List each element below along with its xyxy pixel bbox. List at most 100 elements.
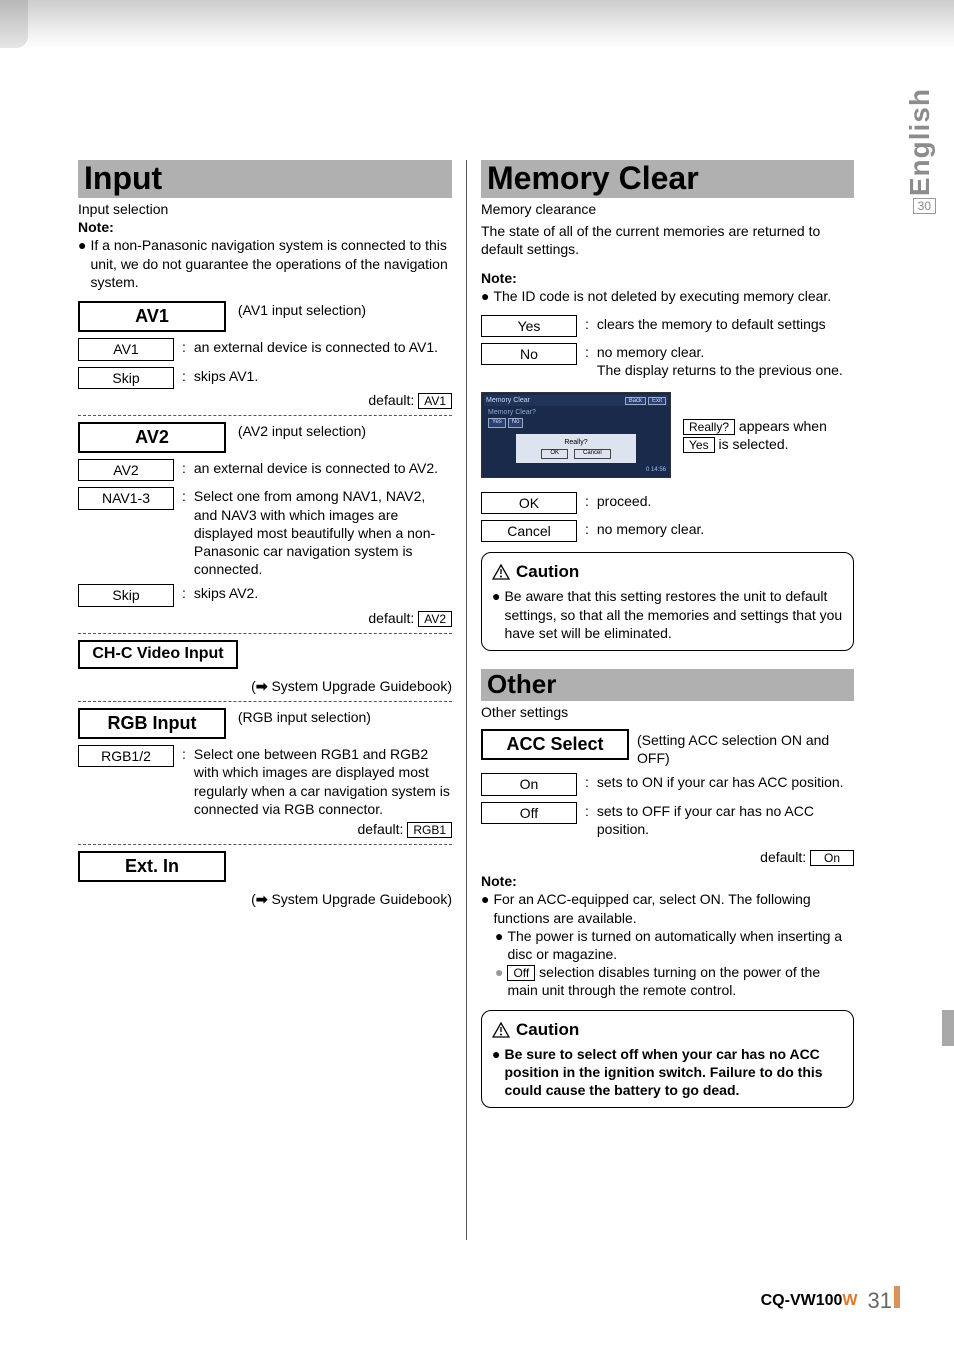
colon: : [585, 773, 589, 791]
acc-off: Off [481, 802, 577, 824]
rgb-default-value: RGB1 [407, 822, 452, 838]
ext-ref-text: System Upgrade Guidebook) [271, 891, 452, 907]
memory-no-desc1: no memory clear. [597, 344, 704, 360]
input-subtitle: Input selection [78, 200, 452, 218]
side-text1: appears when [735, 418, 827, 434]
side-page-box: 30 [913, 198, 936, 214]
memory-yes-row: Yes : clears the memory to default setti… [481, 315, 854, 337]
colon: : [585, 315, 589, 333]
memory-yes-desc: clears the memory to default settings [597, 315, 854, 333]
page-number: 31 [868, 1288, 892, 1314]
other-caution-text: Be sure to select off when your car has … [504, 1045, 843, 1100]
av1-default-value: AV1 [418, 393, 452, 409]
memory-side-text: Really? appears when Yes is selected. [683, 417, 854, 453]
av1-value: AV1 [78, 338, 174, 360]
input-note-label: Note: [78, 218, 452, 236]
colon: : [182, 487, 186, 505]
ext-block: Ext. In (➡ System Upgrade Guidebook) [78, 851, 452, 909]
shot-really: Really? [520, 438, 632, 447]
input-note-text: If a non-Panasonic navigation system is … [90, 236, 452, 291]
language-tab: English [904, 88, 936, 196]
colon: : [585, 520, 589, 538]
rgb-paren: (RGB input selection) [238, 708, 371, 726]
memory-no: No [481, 343, 577, 365]
memory-caution-row: ● Be aware that this setting restores th… [492, 587, 843, 642]
rgb-opt: RGB1/2 : Select one between RGB1 and RGB… [78, 745, 452, 818]
chc-block: CH-C Video Input (➡ System Upgrade Guide… [78, 640, 452, 695]
input-note-row: ● If a non-Panasonic navigation system i… [78, 236, 452, 291]
av1-opt-av1: AV1 : an external device is connected to… [78, 338, 452, 360]
rgb-desc: Select one between RGB1 and RGB2 with wh… [194, 745, 452, 818]
caution-title: Caution [516, 561, 579, 583]
other-title: Other [487, 671, 848, 697]
memory-ok-row: OK : proceed. [481, 492, 854, 514]
memory-clear-screenshot: Memory Clear Back Exit Memory Clear? Yes… [481, 392, 671, 478]
av1-header: AV1 [78, 301, 226, 332]
colon: : [182, 338, 186, 356]
acc-default-row: default: On [481, 848, 854, 866]
memory-caution-text: Be aware that this setting restores the … [504, 587, 843, 642]
chc-header: CH-C Video Input [78, 640, 238, 669]
av1-paren: (AV1 input selection) [238, 301, 366, 319]
page-footer: CQ-VW100W 31 [761, 1288, 892, 1314]
shot-yes: Yes [488, 418, 506, 428]
side-text2: is selected. [715, 436, 789, 452]
other-note1b-text: Off selection disables turning on the po… [507, 963, 854, 999]
ext-header: Ext. In [78, 851, 226, 882]
memory-caution-box: Caution ● Be aware that this setting res… [481, 552, 854, 651]
note1b-rest: selection disables turning on the power … [507, 964, 820, 998]
other-note1b: ● Off selection disables turning on the … [495, 963, 854, 999]
other-section-header: Other [481, 669, 854, 701]
shot-ok: OK [541, 449, 568, 459]
memory-subtitle: Memory clearance [481, 200, 854, 218]
right-column: Memory Clear Memory clearance The state … [466, 160, 854, 1240]
av2-skip: Skip [78, 584, 174, 606]
memory-note-text: The ID code is not deleted by executing … [493, 287, 831, 305]
av2-block: AV2 (AV2 input selection) AV2 : an exter… [78, 422, 452, 627]
note1b-box: Off [507, 965, 535, 981]
other-subtitle: Other settings [481, 703, 854, 721]
colon: : [182, 745, 186, 763]
arrow-icon: ➡ [256, 891, 268, 907]
av2-header: AV2 [78, 422, 226, 453]
shot-dialog: Really? OK Cancel [516, 434, 636, 463]
av1-skip: Skip [78, 367, 174, 389]
caution-head: Caution [492, 561, 843, 583]
memory-ok: OK [481, 492, 577, 514]
shot-title: Memory Clear [486, 396, 530, 405]
av2-nav-desc: Select one from among NAV1, NAV2, and NA… [194, 487, 452, 578]
acc-on-row: On : sets to ON if your car has ACC posi… [481, 773, 854, 795]
colon: : [182, 584, 186, 602]
page-body: Input Input selection Note: ● If a non-P… [78, 160, 878, 1240]
input-section-header: Input [78, 160, 452, 198]
acc-off-desc: sets to OFF if your car has no ACC posit… [597, 802, 854, 838]
default-label: default: [760, 849, 806, 865]
other-caution-row: ● Be sure to select off when your car ha… [492, 1045, 843, 1100]
arrow-icon: ➡ [256, 678, 268, 694]
memory-yes: Yes [481, 315, 577, 337]
acc-header: ACC Select [481, 729, 629, 760]
divider [78, 701, 452, 702]
left-column: Input Input selection Note: ● If a non-P… [78, 160, 466, 1240]
memory-cancel-row: Cancel : no memory clear. [481, 520, 854, 542]
side-really-box: Really? [683, 419, 735, 435]
colon: : [585, 343, 589, 361]
acc-default-value: On [810, 850, 854, 866]
av1-opt-skip: Skip : skips AV1. [78, 367, 452, 389]
av2-value: AV2 [78, 459, 174, 481]
colon: : [585, 802, 589, 820]
rgb-value: RGB1/2 [78, 745, 174, 767]
memory-section-header: Memory Clear [481, 160, 854, 198]
av2-skip-desc: skips AV2. [194, 584, 452, 602]
memory-note-row: ● The ID code is not deleted by executin… [481, 287, 854, 305]
bullet-icon: ● [78, 236, 86, 291]
memory-cancel: Cancel [481, 520, 577, 542]
av1-block: AV1 (AV1 input selection) AV1 : an exter… [78, 301, 452, 409]
av1-default-row: default: AV1 [78, 391, 452, 409]
acc-on-desc: sets to ON if your car has ACC position. [597, 773, 854, 791]
shot-exit: Exit [648, 397, 666, 405]
shot-question: Memory Clear? [484, 406, 668, 418]
colon: : [585, 492, 589, 510]
code-black: CQ-VW100 [761, 1292, 843, 1309]
rgb-header: RGB Input [78, 708, 226, 739]
